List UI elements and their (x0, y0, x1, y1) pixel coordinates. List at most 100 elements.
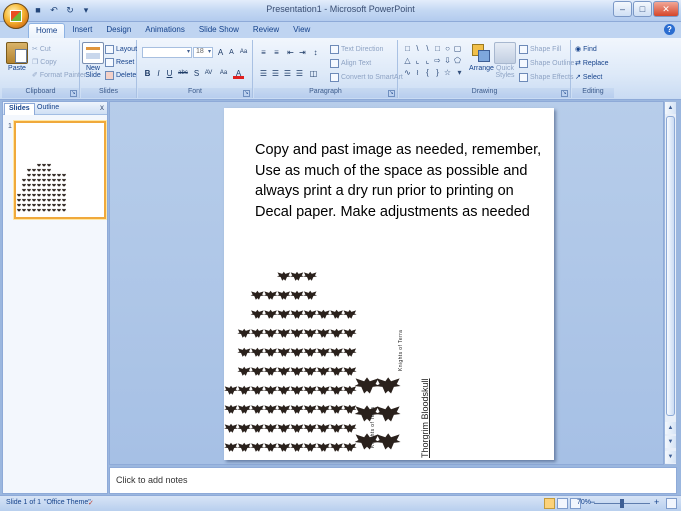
line-shape-icon[interactable]: \ (413, 44, 422, 53)
brace-left-shape-icon[interactable]: { (423, 68, 432, 77)
scrollbar-thumb[interactable] (666, 116, 675, 416)
replace-button[interactable]: ⇄ Replace (575, 58, 609, 68)
maximize-button[interactable]: □ (633, 1, 652, 17)
notes-pane[interactable]: Click to add notes (109, 467, 677, 494)
tab-view[interactable]: View (286, 23, 317, 38)
office-button[interactable] (3, 3, 29, 29)
shape-outline-button[interactable]: Shape Outline (519, 58, 574, 68)
strikethrough-button[interactable]: abc (176, 68, 190, 79)
freeform-shape-icon[interactable]: ∿ (403, 68, 412, 77)
bullets-icon[interactable]: ≡ (258, 47, 269, 58)
arrow-shape-icon[interactable]: ⇨ (433, 56, 442, 65)
prev-slide-icon[interactable]: ▲ (665, 422, 676, 434)
slide-text-box[interactable]: Copy and past image as needed, remember,… (255, 140, 553, 222)
paragraph-launcher-icon[interactable]: ↘ (388, 90, 395, 97)
shrink-font-button[interactable]: A (226, 47, 237, 58)
shape-effects-button[interactable]: Shape Effects (519, 72, 573, 82)
justify-icon[interactable]: ☰ (294, 68, 305, 79)
zoom-out-icon[interactable]: − (590, 497, 595, 507)
font-name-combo[interactable]: ▾ (142, 47, 192, 58)
slide-thumbnail[interactable] (14, 121, 106, 219)
clipboard-launcher-icon[interactable]: ↘ (70, 90, 77, 97)
tab-insert[interactable]: Insert (65, 23, 99, 38)
tab-design[interactable]: Design (99, 23, 138, 38)
star-shape-icon[interactable]: ☆ (443, 68, 452, 77)
tab-review[interactable]: Review (246, 23, 286, 38)
close-button[interactable]: ✕ (653, 1, 679, 17)
bold-button[interactable]: B (142, 68, 153, 79)
zoom-slider-knob[interactable] (620, 499, 624, 508)
pentagon-shape-icon[interactable]: ⬠ (453, 56, 462, 65)
arrange-button[interactable]: Arrange (469, 42, 494, 72)
new-slide-button[interactable]: New Slide (82, 42, 104, 79)
decrease-indent-icon[interactable]: ⇤ (285, 47, 296, 58)
underline-button[interactable]: U (164, 68, 175, 79)
delete-button[interactable]: Delete (105, 70, 136, 80)
rounded-rect-shape-icon[interactable]: ▢ (453, 44, 462, 53)
grow-font-button[interactable]: A (215, 47, 226, 58)
character-spacing-button[interactable]: AV (202, 68, 215, 79)
eagle-decal-grid[interactable] (224, 225, 424, 460)
tab-animations[interactable]: Animations (138, 23, 192, 38)
line-spacing-icon[interactable]: ↕ (310, 47, 321, 58)
italic-button[interactable]: I (153, 68, 164, 79)
curve-shape-icon[interactable]: ≀ (413, 68, 422, 77)
numbering-icon[interactable]: ≡ (271, 47, 282, 58)
format-painter-button[interactable]: ✐ Format Painter (32, 70, 86, 80)
align-left-icon[interactable]: ☰ (258, 68, 269, 79)
text-direction-button[interactable]: Text Direction (330, 44, 383, 54)
quick-styles-button[interactable]: Quick Styles (493, 42, 517, 79)
font-size-combo[interactable]: 18 ▾ (193, 47, 213, 58)
tab-outline[interactable]: Outline (33, 103, 63, 115)
font-launcher-icon[interactable]: ↘ (243, 90, 250, 97)
font-size-dropdown-icon[interactable]: ▾ (208, 48, 211, 55)
normal-view-icon[interactable] (544, 498, 555, 509)
tab-slides[interactable]: Slides (4, 103, 35, 115)
align-text-button[interactable]: Align Text (330, 58, 371, 68)
paste-button[interactable]: Paste (5, 42, 29, 72)
zoom-level[interactable]: 70% (577, 499, 591, 506)
connector-shape-icon[interactable]: ⌞ (423, 56, 432, 65)
line2-shape-icon[interactable]: \ (423, 44, 432, 53)
brace-right-shape-icon[interactable]: } (433, 68, 442, 77)
font-color-button[interactable]: A (233, 68, 244, 79)
fit-to-window-icon[interactable] (666, 498, 677, 509)
convert-smartart-button[interactable]: Convert to SmartArt (330, 72, 403, 82)
elbow-shape-icon[interactable]: ⌞ (413, 56, 422, 65)
shape-fill-button[interactable]: Shape Fill (519, 44, 561, 54)
find-button[interactable]: ◉ Find (575, 44, 597, 54)
triangle-shape-icon[interactable]: △ (403, 56, 412, 65)
change-case-button[interactable]: Aa (218, 68, 229, 79)
align-center-icon[interactable]: ☰ (270, 68, 281, 79)
next-slide-icon[interactable]: ▼ (665, 436, 676, 448)
align-right-icon[interactable]: ☰ (282, 68, 293, 79)
tab-slide-show[interactable]: Slide Show (192, 23, 246, 38)
shadow-button[interactable]: S (191, 68, 202, 79)
pane-close-icon[interactable]: x (100, 103, 104, 112)
cut-button[interactable]: ✂ Cut (32, 44, 51, 54)
down-arrow-shape-icon[interactable]: ⇩ (443, 56, 452, 65)
drawing-launcher-icon[interactable]: ↘ (561, 90, 568, 97)
reset-button[interactable]: Reset (105, 57, 134, 67)
rectangle-shape-icon[interactable]: □ (433, 44, 442, 53)
copy-button[interactable]: ❐ Copy (32, 57, 57, 67)
clear-formatting-button[interactable]: Aa (238, 47, 249, 58)
slide-canvas[interactable]: Copy and past image as needed, remember,… (224, 108, 554, 460)
scroll-up-icon[interactable]: ▲ (665, 102, 676, 114)
font-name-dropdown-icon[interactable]: ▾ (187, 48, 190, 55)
textbox-shape-icon[interactable]: □ (403, 44, 412, 53)
increase-indent-icon[interactable]: ⇥ (297, 47, 308, 58)
columns-icon[interactable]: ◫ (308, 68, 319, 79)
tab-home[interactable]: Home (28, 23, 66, 38)
help-icon[interactable]: ? (664, 24, 675, 35)
vertical-scrollbar[interactable]: ▲ ▲ ▼ ▼ (664, 101, 677, 465)
scroll-down-icon[interactable]: ▼ (665, 451, 676, 463)
minimize-button[interactable]: – (613, 1, 632, 17)
shapes-more-icon[interactable]: ▾ (455, 68, 464, 77)
slide-sorter-icon[interactable] (557, 498, 568, 509)
layout-button[interactable]: Layout (105, 44, 137, 54)
select-button[interactable]: ↗ Select (575, 72, 602, 82)
oval-shape-icon[interactable]: ○ (443, 44, 452, 53)
zoom-in-icon[interactable]: + (654, 497, 659, 507)
spellcheck-icon[interactable]: ✓ (88, 499, 94, 507)
